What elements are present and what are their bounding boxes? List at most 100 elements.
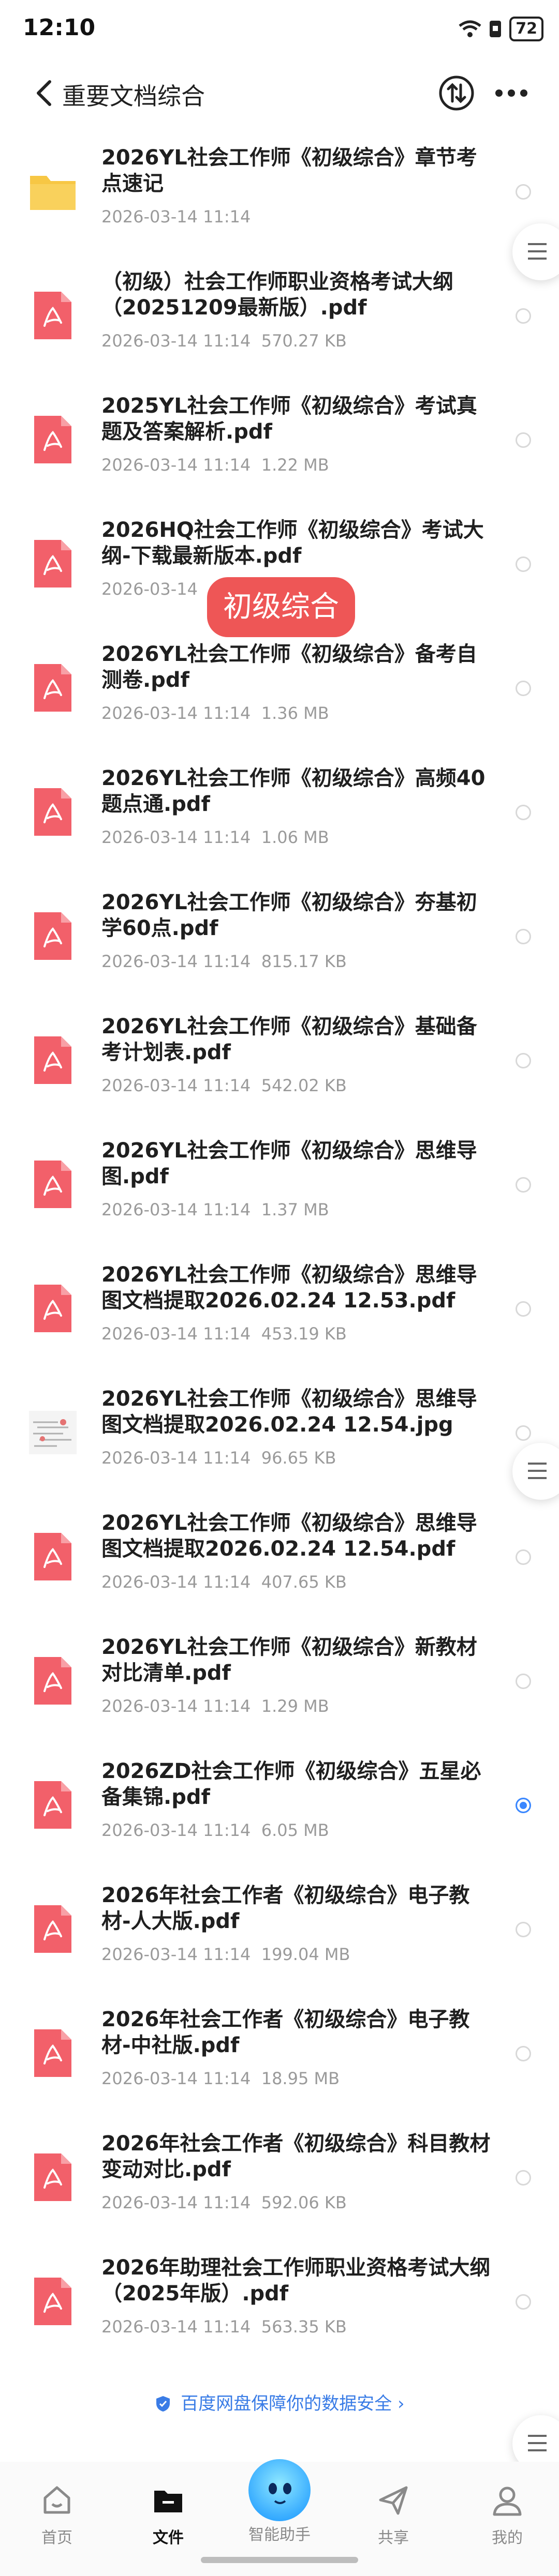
file-row[interactable]: （初级）社会工作师职业资格考试大纲（20251209最新版）.pdf 2026-0… (0, 253, 559, 378)
file-name: 2026YL社会工作师《初级综合》章节考点速记 (101, 146, 477, 195)
file-meta: 2026-03-14 11:14 453.19 KB (101, 1324, 347, 1344)
file-name: 2026YL社会工作师《初级综合》思维导图.pdf (101, 1139, 477, 1188)
pdf-file-icon (27, 662, 79, 714)
select-checkbox[interactable] (516, 2046, 531, 2061)
file-row[interactable]: 2026YL社会工作师《初级综合》章节考点速记 2026-03-14 11:14 (0, 129, 559, 253)
file-row[interactable]: 2026ZD社会工作师《初级综合》五星必备集锦.pdf 2026-03-14 11… (0, 1743, 559, 1867)
file-row[interactable]: 2026YL社会工作师《初级综合》夯基初学60点.pdf 2026-03-14 1… (0, 874, 559, 998)
image-thumbnail-icon (27, 1407, 79, 1458)
file-meta: 2026-03-14 11:14 6.05 MB (101, 1820, 329, 1840)
menu-lines-icon (528, 243, 547, 260)
more-button[interactable] (491, 74, 532, 112)
sort-icon (439, 76, 474, 111)
data-security-link[interactable]: 百度网盘保障你的数据安全 › (0, 2389, 559, 2415)
file-row[interactable]: 2026YL社会工作师《初级综合》思维导图.pdf 2026-03-14 11:1… (0, 1122, 559, 1246)
data-security-text: 百度网盘保障你的数据安全 › (181, 2393, 405, 2414)
nav-home-label: 首页 (41, 2529, 72, 2547)
file-name: 2026年社会工作者《初级综合》电子教材-中社版.pdf (101, 2008, 470, 2057)
select-checkbox[interactable] (516, 2294, 531, 2310)
file-row[interactable]: 2025YL社会工作师《初级综合》考试真题及答案解析.pdf 2026-03-14… (0, 378, 559, 502)
file-name: 2026YL社会工作师《初级综合》思维导图文档提取2026.02.24 12.5… (101, 1387, 477, 1437)
file-meta: 2026-03-14 11:14 96.65 KB (101, 1448, 336, 1468)
home-icon (43, 2486, 70, 2514)
select-checkbox[interactable] (516, 1425, 531, 1441)
file-row[interactable]: 2026YL社会工作师《初级综合》高频40题点通.pdf 2026-03-14 1… (0, 750, 559, 874)
file-row[interactable]: 2026年社会工作者《初级综合》电子教材-人大版.pdf 2026-03-14 1… (0, 1867, 559, 1991)
select-checkbox[interactable] (516, 184, 531, 200)
file-meta: 2026-03-14 11:14 (101, 207, 251, 227)
file-meta: 2026-03-14 11:14 407.65 KB (101, 1572, 347, 1592)
pdf-file-icon (27, 538, 79, 590)
file-meta: 2026-03-14 11:14 1.29 MB (101, 1696, 329, 1716)
pdf-file-icon (27, 2027, 79, 2079)
file-meta: 2026-03-14 11:14 199.04 MB (101, 1945, 350, 1964)
battery-indicator: 72 (509, 17, 543, 41)
file-row[interactable]: 2026YL社会工作师《初级综合》新教材对比清单.pdf 2026-03-14 1… (0, 1619, 559, 1743)
file-name: 2026YL社会工作师《初级综合》高频40题点通.pdf (101, 766, 486, 816)
file-name: （初级）社会工作师职业资格考试大纲（20251209最新版）.pdf (101, 270, 453, 320)
file-name: 2026年社会工作者《初级综合》电子教材-人大版.pdf (101, 1884, 470, 1933)
file-row[interactable]: 2026YL社会工作师《初级综合》思维导图文档提取2026.02.24 12.5… (0, 1370, 559, 1495)
file-meta: 2026-03-14 11:14 1.06 MB (101, 827, 329, 847)
select-checkbox[interactable] (516, 681, 531, 696)
menu-lines-icon (528, 2435, 547, 2451)
select-checkbox[interactable] (516, 1053, 531, 1068)
pdf-file-icon (27, 910, 79, 962)
nav-files[interactable]: 文件 (127, 2482, 210, 2548)
file-row[interactable]: 2026YL社会工作师《初级综合》基础备考计划表.pdf 2026-03-14 1… (0, 998, 559, 1122)
file-row[interactable]: 2026YL社会工作师《初级综合》备考自测卷.pdf 2026-03-14 11:… (0, 626, 559, 750)
status-time: 12:10 (23, 14, 96, 41)
page-title: 重要文档综合 (62, 82, 205, 110)
file-row[interactable]: 2026YL社会工作师《初级综合》思维导图文档提取2026.02.24 12.5… (0, 1495, 559, 1619)
nav-home[interactable]: 首页 (16, 2482, 98, 2548)
status-bar: 12:10 72 (0, 0, 559, 62)
file-name: 2026年助理社会工作师职业资格考试大纲（2025年版）.pdf (101, 2256, 491, 2306)
category-overlay-badge: 初级综合 (207, 577, 355, 637)
nav-mine-label: 我的 (492, 2529, 523, 2547)
select-checkbox[interactable] (516, 556, 531, 572)
file-meta: 2026-03-14 11:14 1.37 MB (101, 1200, 329, 1219)
file-row[interactable]: 2026年助理社会工作师职业资格考试大纲（2025年版）.pdf 2026-03-… (0, 2239, 559, 2363)
user-icon (493, 2487, 522, 2516)
pdf-file-icon (27, 290, 79, 341)
assistant-mascot-icon (248, 2459, 311, 2521)
pdf-file-icon (27, 1283, 79, 1334)
file-name: 2026YL社会工作师《初级综合》夯基初学60点.pdf (101, 891, 477, 940)
select-checkbox[interactable] (516, 2170, 531, 2186)
file-meta: 2026-03-14 11:14 18.95 MB (101, 2069, 340, 2088)
file-row[interactable]: 2026年社会工作者《初级综合》科目教材变动对比.pdf 2026-03-14 1… (0, 2115, 559, 2239)
select-checkbox[interactable] (516, 1922, 531, 1937)
select-checkbox[interactable] (516, 1549, 531, 1565)
header: 重要文档综合 (0, 62, 559, 124)
select-checkbox[interactable] (516, 805, 531, 820)
home-indicator[interactable] (201, 2557, 358, 2563)
select-checkbox[interactable] (516, 1177, 531, 1193)
wifi-icon (459, 20, 481, 37)
select-checkbox[interactable] (516, 1301, 531, 1317)
file-meta: 2026-03-14 (101, 579, 198, 599)
pdf-file-icon (27, 1903, 79, 1955)
back-button[interactable] (30, 78, 61, 109)
status-icons: 72 (459, 17, 543, 41)
file-meta: 2026-03-14 11:14 1.22 MB (101, 455, 329, 475)
sort-button[interactable] (438, 74, 475, 112)
file-row[interactable]: 2026年社会工作者《初级综合》电子教材-中社版.pdf 2026-03-14 1… (0, 1991, 559, 2115)
file-name: 2026YL社会工作师《初级综合》新教材对比清单.pdf (101, 1635, 477, 1685)
select-checkbox[interactable] (516, 308, 531, 324)
nav-mine[interactable]: 我的 (466, 2482, 549, 2548)
select-checkbox[interactable] (516, 432, 531, 448)
select-checkbox[interactable] (516, 1798, 531, 1813)
chevron-left-icon (37, 80, 51, 106)
nav-share[interactable]: 共享 (352, 2482, 435, 2548)
pdf-file-icon (27, 2151, 79, 2203)
pdf-file-icon (27, 1158, 79, 1210)
pdf-file-icon (27, 1779, 79, 1831)
more-dots-icon (495, 89, 527, 97)
file-row[interactable]: 2026YL社会工作师《初级综合》思维导图文档提取2026.02.24 12.5… (0, 1246, 559, 1370)
select-checkbox[interactable] (516, 1674, 531, 1689)
file-meta: 2026-03-14 11:14 815.17 KB (101, 952, 347, 971)
folder-icon (154, 2491, 182, 2512)
nav-assistant[interactable]: 智能助手 (238, 2457, 321, 2544)
select-checkbox[interactable] (516, 929, 531, 944)
nav-files-label: 文件 (153, 2529, 184, 2547)
